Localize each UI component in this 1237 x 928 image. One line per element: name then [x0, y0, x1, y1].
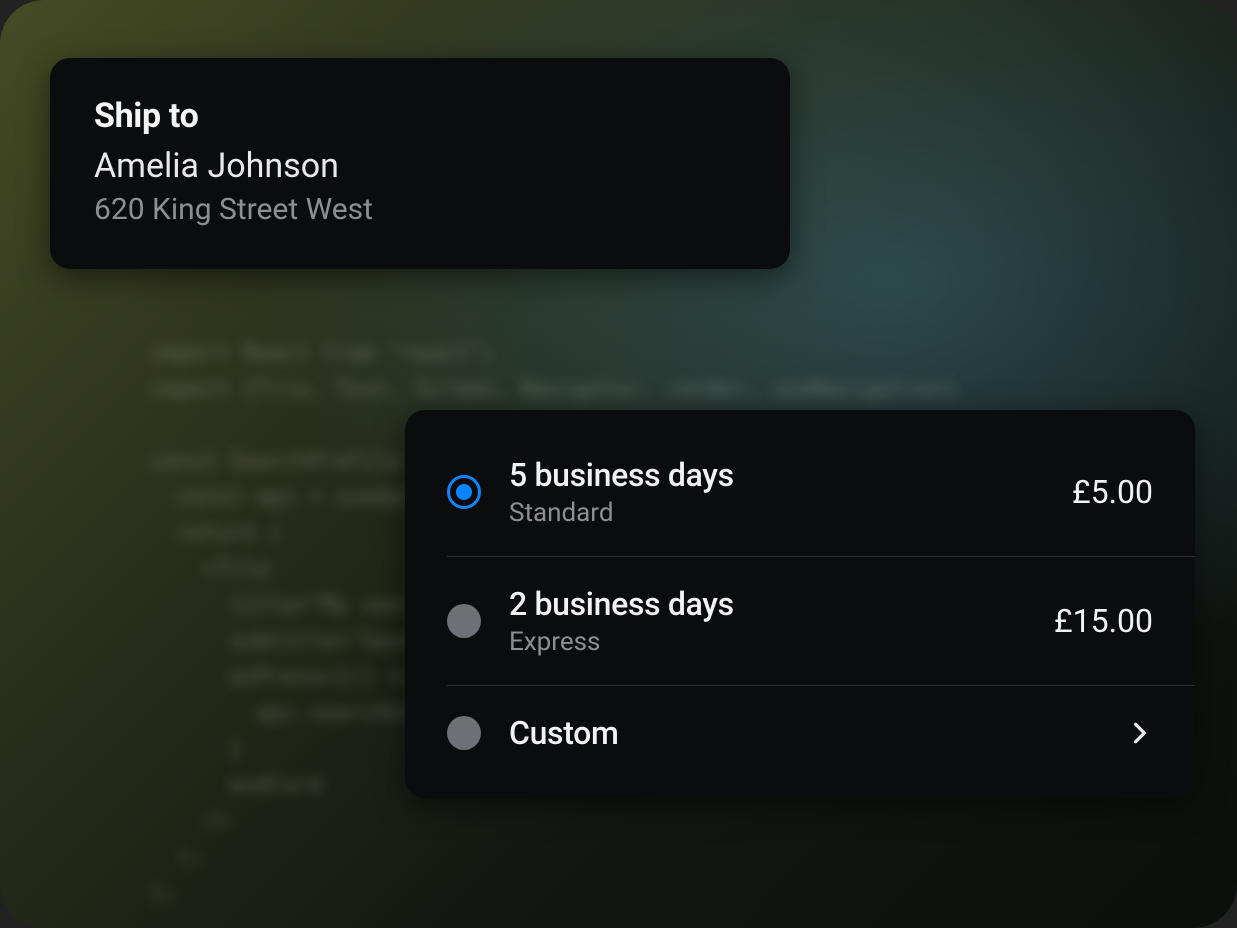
shipping-option-text: 5 business days Standard: [509, 456, 1044, 528]
shipping-option-text: 2 business days Express: [509, 585, 1026, 657]
radio-unselected-icon[interactable]: [447, 604, 481, 638]
shipto-address: 620 King Street West: [94, 192, 746, 227]
shipping-option-price: £15.00: [1054, 602, 1153, 640]
shipto-name: Amelia Johnson: [94, 146, 746, 186]
shipping-option-price: £5.00: [1072, 473, 1153, 511]
shipping-option-text: Custom: [509, 714, 1099, 752]
chevron-right-icon: [1127, 720, 1153, 746]
shipping-option-title: Custom: [509, 714, 1099, 752]
shipping-option-title: 2 business days: [509, 585, 1026, 623]
shipto-card[interactable]: Ship to Amelia Johnson 620 King Street W…: [50, 58, 790, 269]
stage: import React from "react"; import {Tile,…: [0, 0, 1237, 928]
shipping-option-title: 5 business days: [509, 456, 1044, 494]
shipping-options-card: 5 business days Standard £5.00 2 busines…: [405, 410, 1195, 798]
shipping-option-subtitle: Standard: [509, 498, 1044, 528]
shipping-option-custom[interactable]: Custom: [405, 686, 1195, 780]
shipping-option-subtitle: Express: [509, 627, 1026, 657]
radio-unselected-icon[interactable]: [447, 716, 481, 750]
shipping-option-standard[interactable]: 5 business days Standard £5.00: [405, 428, 1195, 556]
radio-selected-icon[interactable]: [447, 475, 481, 509]
shipping-option-express[interactable]: 2 business days Express £15.00: [405, 557, 1195, 685]
shipto-title: Ship to: [94, 96, 746, 136]
